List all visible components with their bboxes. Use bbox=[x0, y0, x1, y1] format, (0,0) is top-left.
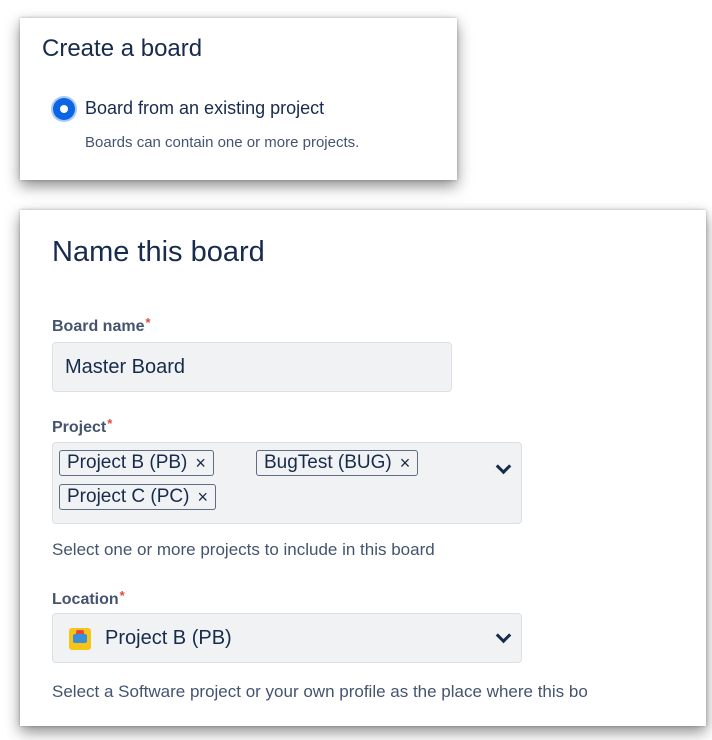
create-board-panel: Create a board Board from an existing pr… bbox=[20, 18, 457, 180]
remove-tag-icon[interactable]: × bbox=[400, 453, 411, 474]
location-select[interactable]: Project B (PB) bbox=[52, 613, 522, 663]
board-name-label-text: Board name bbox=[52, 318, 145, 335]
remove-tag-icon[interactable]: × bbox=[195, 453, 206, 474]
existing-project-radio[interactable] bbox=[53, 98, 75, 120]
required-asterisk: * bbox=[119, 588, 125, 603]
create-board-title: Create a board bbox=[42, 35, 203, 62]
board-name-label: Board name* bbox=[52, 315, 151, 336]
project-help-text: Select one or more projects to include i… bbox=[52, 540, 435, 559]
location-label: Location* bbox=[52, 588, 125, 609]
chevron-down-icon[interactable] bbox=[495, 627, 512, 644]
location-help-text: Select a Software project or your own pr… bbox=[52, 682, 588, 701]
project-tag: Project B (PB) × bbox=[59, 450, 214, 476]
required-asterisk: * bbox=[145, 315, 151, 330]
project-tag-label: Project B (PB) bbox=[67, 452, 188, 473]
required-asterisk: * bbox=[107, 416, 113, 431]
existing-project-help-text: Boards can contain one or more projects. bbox=[85, 134, 360, 151]
location-label-text: Location bbox=[52, 591, 119, 608]
project-tag: BugTest (BUG) × bbox=[256, 450, 419, 476]
existing-project-radio-label[interactable]: Board from an existing project bbox=[85, 98, 324, 119]
location-value: Project B (PB) bbox=[105, 627, 232, 649]
project-avatar-icon bbox=[69, 628, 91, 650]
project-tag-label: BugTest (BUG) bbox=[264, 452, 392, 473]
board-name-value: Master Board bbox=[65, 356, 186, 378]
name-board-panel: Name this board Board name* Master Board… bbox=[20, 210, 706, 726]
chevron-down-icon[interactable] bbox=[495, 458, 512, 475]
project-tag-label: Project C (PC) bbox=[67, 486, 190, 507]
project-label-text: Project bbox=[52, 419, 107, 436]
project-multiselect[interactable]: Project B (PB) × BugTest (BUG) × Project… bbox=[52, 442, 522, 524]
project-tag: Project C (PC) × bbox=[59, 484, 216, 510]
project-label: Project* bbox=[52, 416, 113, 437]
board-name-input[interactable]: Master Board bbox=[52, 342, 452, 392]
remove-tag-icon[interactable]: × bbox=[197, 487, 208, 508]
name-board-title: Name this board bbox=[52, 236, 265, 268]
